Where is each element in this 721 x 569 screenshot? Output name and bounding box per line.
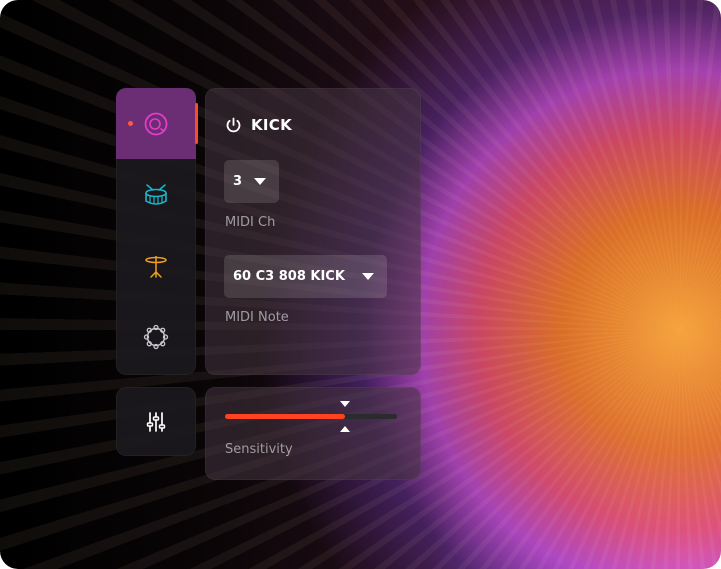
midi-note-label: MIDI Note: [225, 310, 289, 325]
midi-channel-value: 3: [233, 174, 243, 189]
midi-channel-label: MIDI Ch: [225, 215, 276, 230]
mixer-button[interactable]: [116, 387, 196, 456]
midi-note-value: 60 C3 808 KICK: [233, 269, 345, 284]
app-background: KICK 3 MIDI Ch 60 C3 808 KICK MIDI Note …: [0, 0, 721, 569]
kick-drum-icon: [144, 112, 168, 135]
sidebar-item-kick[interactable]: [116, 88, 196, 159]
tambourine-icon: [143, 324, 169, 349]
cymbal-icon: [145, 255, 167, 278]
snare-drum-icon: [145, 183, 167, 205]
sensitivity-label: Sensitivity: [225, 442, 293, 457]
instrument-header: KICK: [225, 116, 292, 134]
sidebar-item-cymbal[interactable]: [116, 230, 196, 301]
active-item-marker: [195, 103, 198, 144]
sensitivity-fill: [225, 414, 345, 419]
chevron-down-icon: [254, 178, 266, 185]
power-icon[interactable]: [225, 117, 242, 134]
sidebar-item-tambourine[interactable]: [116, 301, 196, 372]
threshold-marker-top[interactable]: [340, 401, 350, 407]
instrument-name: KICK: [251, 116, 293, 134]
sidebar-item-snare[interactable]: [116, 159, 196, 230]
sensitivity-panel: Sensitivity: [205, 387, 421, 480]
threshold-marker-bottom[interactable]: [340, 426, 350, 432]
midi-channel-select[interactable]: 3: [224, 160, 279, 203]
sensitivity-slider[interactable]: [225, 414, 397, 419]
chevron-down-icon: [362, 273, 374, 280]
instrument-settings-panel: KICK 3 MIDI Ch 60 C3 808 KICK MIDI Note: [205, 88, 421, 375]
midi-note-select[interactable]: 60 C3 808 KICK: [224, 255, 387, 298]
instrument-sidebar: [116, 88, 196, 375]
active-indicator-dot: [128, 121, 133, 126]
mixer-sliders-icon: [146, 411, 166, 432]
